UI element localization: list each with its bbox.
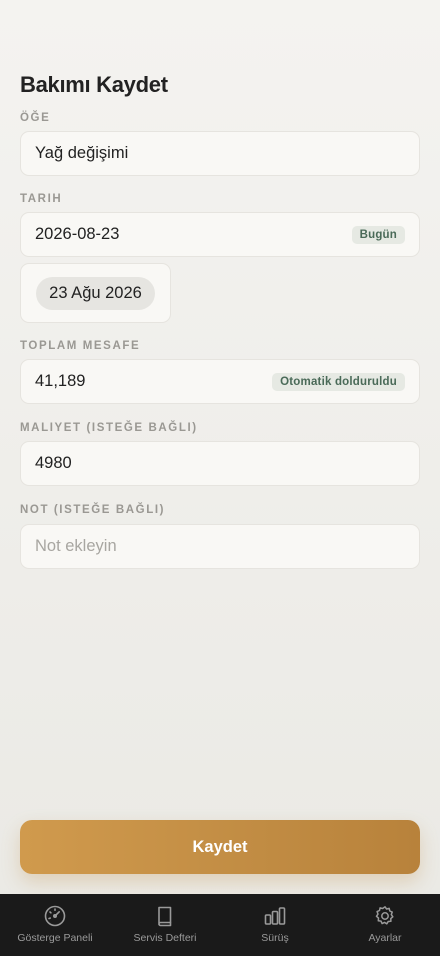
tab-settings[interactable]: Ayarlar <box>330 894 440 956</box>
item-label: ÖĞE <box>20 112 51 124</box>
gauge-icon <box>44 905 66 927</box>
bar-chart-icon <box>264 907 286 925</box>
date-picker: 23 Ağu 2026 <box>20 263 171 323</box>
note-placeholder: Not ekleyin <box>35 537 117 555</box>
tab-driving[interactable]: Sürüş <box>220 894 330 956</box>
autofilled-badge: Otomatik dolduruldu <box>272 372 405 391</box>
note-label: NOT (ISTEĞE BAĞLI) <box>20 504 166 516</box>
today-badge[interactable]: Bugün <box>351 225 405 244</box>
book-icon <box>158 906 172 927</box>
date-field[interactable]: 2026-08-23 Bugün <box>20 212 420 257</box>
maintenance-log-screen: Bakımı Kaydet ÖĞE Yağ değişimi TARIH 202… <box>0 0 440 956</box>
tab-dashboard[interactable]: Gösterge Paneli <box>0 894 110 956</box>
tab-dashboard-label: Gösterge Paneli <box>17 932 93 944</box>
item-field[interactable]: Yağ değişimi <box>20 131 420 176</box>
item-value: Yağ değişimi <box>35 144 129 162</box>
save-button[interactable]: Kaydet <box>20 820 420 874</box>
tab-bar: Gösterge Paneli Servis Defteri Sürüş Aya… <box>0 894 440 956</box>
distance-value: 41,189 <box>35 372 86 390</box>
tab-driving-label: Sürüş <box>261 932 289 944</box>
distance-field[interactable]: 41,189 Otomatik dolduruldu <box>20 359 420 404</box>
gear-icon <box>375 906 394 925</box>
note-field[interactable]: Not ekleyin <box>20 524 420 569</box>
tab-service-log[interactable]: Servis Defteri <box>110 894 220 956</box>
distance-label: TOPLAM MESAFE <box>20 340 141 352</box>
date-picker-button[interactable]: 23 Ağu 2026 <box>36 276 155 310</box>
cost-field[interactable]: 4980 <box>20 441 420 486</box>
tab-settings-label: Ayarlar <box>368 932 402 944</box>
page-title: Bakımı Kaydet <box>20 72 168 97</box>
cost-label: MALIYET (ISTEĞE BAĞLI) <box>20 422 198 434</box>
date-value: 2026-08-23 <box>35 225 120 243</box>
date-label: TARIH <box>20 193 63 205</box>
tab-service-log-label: Servis Defteri <box>133 932 197 944</box>
cost-value: 4980 <box>35 454 72 472</box>
